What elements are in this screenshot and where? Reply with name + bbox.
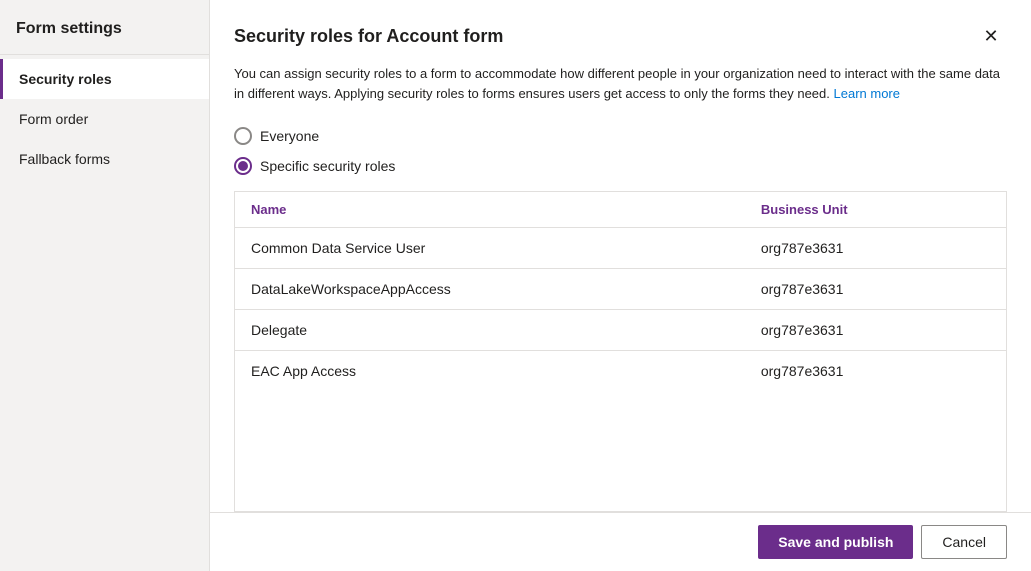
close-button[interactable]: ✕ [975,20,1007,52]
sidebar-item-label-security-roles: Security roles [19,71,112,87]
radio-everyone-label: Everyone [260,128,319,144]
save-publish-button[interactable]: Save and publish [758,525,913,559]
sidebar-title: Form settings [0,0,209,55]
sidebar-item-label-fallback-forms: Fallback forms [19,151,110,167]
table-row: Common Data Service Userorg787e3631 [235,228,1006,269]
table-row: Delegateorg787e3631 [235,310,1006,351]
learn-more-link[interactable]: Learn more [834,86,900,101]
cell-business-unit: org787e3631 [745,269,1006,310]
dialog-title: Security roles for Account form [234,26,503,47]
dialog-header: Security roles for Account form ✕ [210,0,1031,64]
cell-business-unit: org787e3631 [745,351,1006,392]
table-body: Common Data Service Userorg787e3631DataL… [235,228,1006,392]
cell-name: EAC App Access [235,351,745,392]
radio-specific-indicator [234,157,252,175]
sidebar-item-security-roles[interactable]: Security roles [0,59,209,99]
sidebar-item-fallback-forms[interactable]: Fallback forms [0,139,209,179]
cell-name: DataLakeWorkspaceAppAccess [235,269,745,310]
cancel-button[interactable]: Cancel [921,525,1007,559]
sidebar-item-label-form-order: Form order [19,111,88,127]
close-icon: ✕ [983,26,998,47]
radio-option-everyone[interactable]: Everyone [234,127,1007,145]
column-header-name: Name [235,192,745,228]
radio-group: Everyone Specific security roles [210,119,1031,191]
cell-name: Common Data Service User [235,228,745,269]
column-header-business-unit: Business Unit [745,192,1006,228]
roles-table: Name Business Unit Common Data Service U… [235,192,1006,391]
save-publish-label: Save and publish [778,534,893,550]
cell-business-unit: org787e3631 [745,310,1006,351]
roles-table-container: Name Business Unit Common Data Service U… [234,191,1007,512]
cancel-label: Cancel [942,534,986,550]
main-content: Security roles for Account form ✕ You ca… [210,0,1031,571]
table-row: DataLakeWorkspaceAppAccessorg787e3631 [235,269,1006,310]
sidebar: Form settings Security roles Form order … [0,0,210,571]
cell-name: Delegate [235,310,745,351]
table-header-row: Name Business Unit [235,192,1006,228]
table-row: EAC App Accessorg787e3631 [235,351,1006,392]
radio-everyone-indicator [234,127,252,145]
dialog-description: You can assign security roles to a form … [210,64,1031,119]
radio-option-specific[interactable]: Specific security roles [234,157,1007,175]
sidebar-item-form-order[interactable]: Form order [0,99,209,139]
table-scroll-area[interactable]: Name Business Unit Common Data Service U… [235,192,1006,511]
cell-business-unit: org787e3631 [745,228,1006,269]
radio-specific-label: Specific security roles [260,158,395,174]
dialog-footer: Save and publish Cancel [210,512,1031,571]
sidebar-nav: Security roles Form order Fallback forms [0,55,209,179]
